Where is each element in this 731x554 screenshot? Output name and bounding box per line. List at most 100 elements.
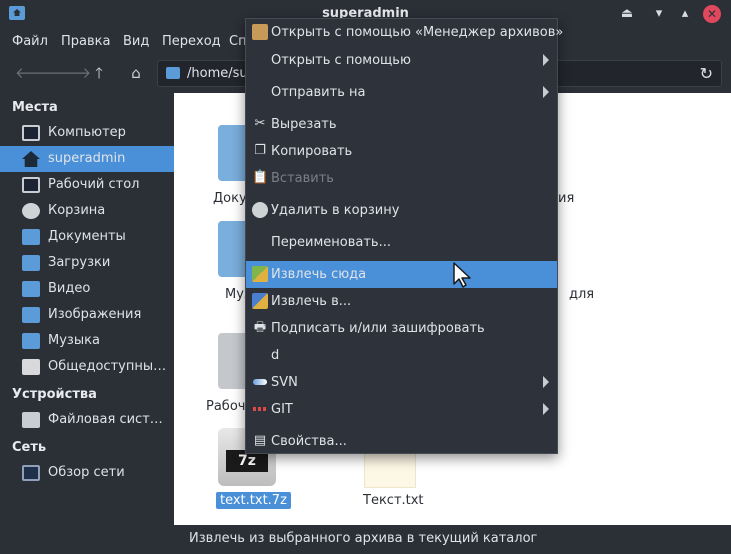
up-button[interactable]: 🡑 — [88, 62, 110, 84]
encrypt-icon: 🖶 — [253, 320, 267, 335]
file-label[interactable]: ия — [558, 191, 574, 206]
harddisk-icon — [22, 412, 40, 428]
menu-item-label: Вырезать — [271, 117, 337, 132]
menu-item-svn[interactable]: SVN — [246, 369, 557, 396]
sidebar-item-label: superadmin — [48, 151, 126, 166]
submenu-arrow-icon — [543, 376, 549, 388]
menu-item-label: Вставить — [271, 171, 334, 186]
sidebar-item-label: Документы — [48, 229, 126, 244]
sidebar-header-devices: Устройства — [12, 387, 97, 402]
sidebar-item-label: Изображения — [48, 307, 142, 322]
shade-icon[interactable]: ⏏ — [618, 5, 636, 23]
file-label[interactable]: Текст.txt — [363, 493, 424, 508]
menu-item-label: Открыть с помощью «Менеджер архивов» — [271, 25, 564, 40]
minimize-button[interactable]: ▾ — [650, 5, 668, 23]
menu-item-sign-encrypt[interactable]: 🖶 Подписать и/или зашифровать — [246, 315, 557, 342]
menu-item-rename[interactable]: Переименовать... — [246, 229, 557, 256]
sidebar-header-network: Сеть — [12, 440, 47, 455]
file-label[interactable]: Доку — [213, 191, 247, 206]
archive-manager-icon — [252, 24, 268, 40]
menu-item-open-with[interactable]: Открыть с помощью — [246, 47, 557, 74]
folder-pictures-icon — [22, 307, 40, 323]
forward-button[interactable]: 🡒 — [51, 62, 91, 84]
status-bar: Извлечь из выбранного архива в текущий к… — [174, 525, 731, 554]
file-label-selected[interactable]: text.txt.7z — [216, 492, 291, 509]
sidebar-item-label: Обзор сети — [48, 465, 125, 480]
trash-icon — [252, 202, 268, 218]
menu-item-d[interactable]: d — [246, 342, 557, 369]
folder-public-icon — [22, 359, 40, 375]
file-label[interactable]: Рабоч — [206, 399, 245, 414]
menu-item-label: Открыть с помощью — [271, 53, 411, 68]
sidebar-item-filesystem[interactable]: Файловая система — [0, 407, 174, 433]
sidebar-item-downloads[interactable]: Загрузки — [0, 250, 174, 276]
menu-item-git[interactable]: GIT — [246, 396, 557, 423]
git-icon — [252, 401, 268, 417]
reload-icon[interactable]: ↻ — [700, 64, 713, 83]
folder-video-icon — [22, 281, 40, 297]
sidebar-item-computer[interactable]: Компьютер — [0, 120, 174, 146]
folder-icon — [166, 67, 180, 79]
paste-icon: 📋 — [252, 170, 269, 185]
menu-item-properties[interactable]: ▤ Свойства... — [246, 428, 557, 455]
menu-item-label: d — [271, 348, 280, 363]
sidebar-item-documents[interactable]: Документы — [0, 224, 174, 250]
sidebar-item-desktop[interactable]: Рабочий стол — [0, 172, 174, 198]
sidebar-item-label: Загрузки — [48, 255, 111, 270]
menu-item-label: Извлечь в... — [271, 294, 352, 309]
menu-item-label: Свойства... — [271, 434, 347, 449]
copy-icon: ❐ — [254, 143, 266, 158]
sidebar-item-music[interactable]: Музыка — [0, 328, 174, 354]
sidebar-item-label: Видео — [48, 281, 91, 296]
properties-icon: ▤ — [253, 433, 267, 448]
menu-item-copy[interactable]: ❐ Копировать — [246, 138, 557, 165]
menu-item-send-to[interactable]: Отправить на — [246, 79, 557, 106]
menu-item-label: Отправить на — [271, 85, 366, 100]
menu-item-open-with-archiver[interactable]: Открыть с помощью «Менеджер архивов» — [246, 19, 563, 46]
computer-icon — [22, 125, 40, 141]
sidebar-item-public[interactable]: Общедоступные ... — [0, 354, 174, 380]
home-button[interactable]: ⌂ — [125, 62, 147, 84]
menu-file[interactable]: Файл — [12, 34, 48, 49]
sidebar-item-network[interactable]: Обзор сети — [0, 460, 174, 486]
menu-item-label: Копировать — [271, 144, 353, 159]
menu-more[interactable]: Сп — [229, 34, 247, 49]
sidebar-item-video[interactable]: Видео — [0, 276, 174, 302]
sidebar-item-pictures[interactable]: Изображения — [0, 302, 174, 328]
menu-item-label: Извлечь сюда — [271, 267, 367, 282]
menu-item-move-to-trash[interactable]: Удалить в корзину — [246, 197, 557, 224]
sidebar-item-label: Компьютер — [48, 125, 126, 140]
maximize-button[interactable]: ▴ — [676, 5, 694, 23]
sidebar-item-trash[interactable]: Корзина — [0, 198, 174, 224]
back-button[interactable]: 🡐 — [15, 62, 55, 84]
menu-item-extract-to[interactable]: Извлечь в... — [246, 288, 557, 315]
home-icon — [22, 151, 40, 167]
extract-here-icon — [252, 266, 268, 282]
scissors-icon: ✂ — [254, 116, 266, 131]
sidebar-item-label: Музыка — [48, 333, 100, 348]
menu-item-paste: 📋 Вставить — [246, 165, 557, 192]
sidebar: Места Компьютер superadmin Рабочий стол … — [0, 93, 174, 525]
menu-go[interactable]: Переход — [162, 34, 221, 49]
extract-to-icon — [252, 293, 268, 309]
context-menu: Открыть с помощью «Менеджер архивов» Отк… — [245, 18, 563, 455]
menu-view[interactable]: Вид — [123, 34, 149, 49]
desktop-icon — [22, 177, 40, 193]
sidebar-item-home[interactable]: superadmin — [0, 146, 174, 172]
svn-icon — [252, 374, 268, 390]
close-button[interactable]: ✕ — [703, 5, 721, 23]
network-icon — [22, 465, 40, 481]
sidebar-item-label: Общедоступные ... — [48, 359, 170, 374]
trash-icon — [22, 203, 40, 219]
menu-item-extract-here[interactable]: Извлечь сюда — [246, 261, 557, 288]
menu-item-cut[interactable]: ✂ Вырезать — [246, 111, 557, 138]
file-label[interactable]: для — [569, 287, 594, 302]
folder-music-icon — [22, 333, 40, 349]
menu-item-label: Переименовать... — [271, 235, 391, 250]
menu-item-label: GIT — [271, 402, 293, 417]
menu-item-label: Подписать и/или зашифровать — [271, 321, 485, 336]
menu-edit[interactable]: Правка — [61, 34, 110, 49]
sidebar-item-label: Рабочий стол — [48, 177, 140, 192]
submenu-arrow-icon — [543, 403, 549, 415]
status-text: Извлечь из выбранного архива в текущий к… — [189, 531, 538, 546]
